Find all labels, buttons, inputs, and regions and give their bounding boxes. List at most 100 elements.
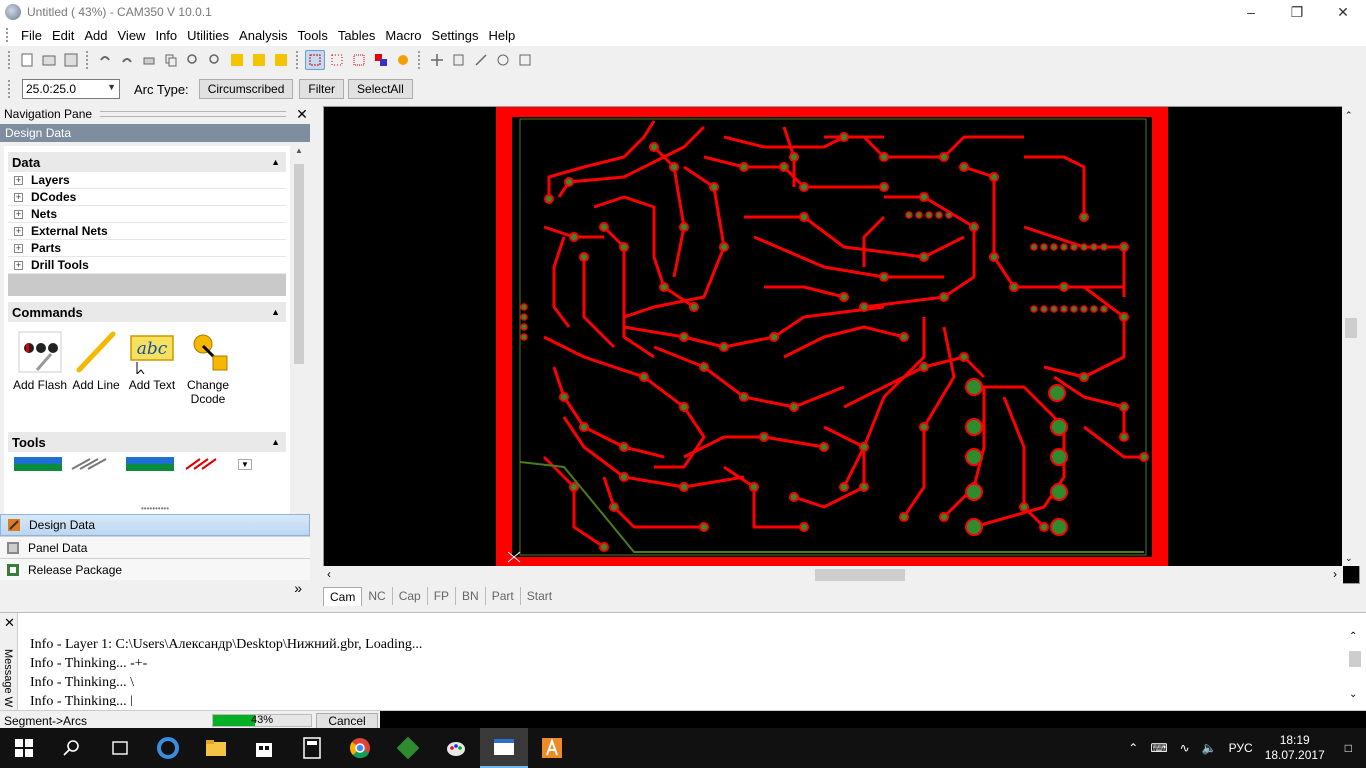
data-group-header[interactable]: Data ▲ — [8, 152, 286, 172]
tab-fp[interactable]: FP — [428, 587, 457, 605]
collapse-icon[interactable]: ▲ — [271, 437, 280, 447]
highlight-icon[interactable] — [393, 50, 413, 70]
paint-app-icon[interactable] — [432, 728, 480, 768]
expand-icon[interactable]: + — [14, 192, 23, 202]
restore-button[interactable]: ❐ — [1274, 0, 1320, 24]
tools-group-header[interactable]: Tools ▲ — [8, 432, 286, 452]
add-line-command[interactable]: Add Line — [68, 330, 124, 426]
print-icon[interactable] — [139, 50, 159, 70]
expand-icon[interactable]: + — [14, 175, 23, 185]
store-icon[interactable] — [240, 728, 288, 768]
save-file-icon[interactable] — [61, 50, 81, 70]
expand-icon[interactable]: + — [14, 260, 23, 270]
zoom-out-icon[interactable] — [205, 50, 225, 70]
pane-grip[interactable] — [100, 111, 286, 117]
tab-nc[interactable]: NC — [362, 587, 393, 605]
language-indicator[interactable]: РУС — [1229, 741, 1253, 755]
tree-item-external-nets[interactable]: + External Nets — [8, 223, 286, 240]
grid-snap-icon[interactable] — [327, 50, 347, 70]
scroll-thumb[interactable] — [815, 569, 905, 581]
scroll-thumb[interactable] — [1345, 318, 1357, 338]
arc-type-button[interactable]: Circumscribed — [198, 79, 294, 99]
commands-group-header[interactable]: Commands ▲ — [8, 302, 286, 322]
menu-help[interactable]: Help — [484, 28, 521, 43]
net-list-2-icon[interactable] — [126, 457, 174, 471]
tab-start[interactable]: Start — [521, 587, 558, 605]
menu-tools[interactable]: Tools — [292, 28, 332, 43]
copy-object-icon[interactable] — [449, 50, 469, 70]
design-data-button[interactable]: Design Data — [0, 514, 310, 536]
menu-utilities[interactable]: Utilities — [182, 28, 234, 43]
traces-icon[interactable] — [182, 457, 230, 471]
task-view-icon[interactable] — [96, 728, 144, 768]
notifications-icon[interactable]: □ — [1345, 741, 1352, 755]
layer-yellow-2-icon[interactable] — [249, 50, 269, 70]
menu-file[interactable]: File — [16, 28, 47, 43]
pcb-canvas[interactable] — [323, 101, 1360, 584]
tree-item-drill-tools[interactable]: + Drill Tools — [8, 257, 286, 274]
message-scrollbar[interactable]: ⌃ ⌄ — [1348, 631, 1362, 711]
menu-analysis[interactable]: Analysis — [234, 28, 292, 43]
scroll-thumb[interactable] — [1349, 651, 1361, 667]
layer-colors-icon[interactable] — [371, 50, 391, 70]
menu-info[interactable]: Info — [150, 28, 182, 43]
toolbar-grip[interactable] — [8, 51, 12, 69]
add-text-command[interactable]: abc Add Text — [124, 330, 180, 426]
canvas-horizontal-scrollbar[interactable]: ‹ › — [323, 566, 1343, 584]
tab-cap[interactable]: Cap — [393, 587, 428, 605]
edge-browser-icon[interactable] — [144, 728, 192, 768]
nav-scrollbar[interactable]: ▲ ▼ — [292, 146, 306, 544]
release-package-button[interactable]: Release Package — [0, 558, 310, 580]
search-icon[interactable] — [48, 728, 96, 768]
scroll-up-icon[interactable]: ⌃ — [1349, 631, 1357, 642]
input-method-icon[interactable]: ⌨ — [1150, 741, 1167, 755]
add-flash-command[interactable]: Add Flash — [12, 330, 68, 426]
menu-settings[interactable]: Settings — [427, 28, 484, 43]
new-file-icon[interactable] — [17, 50, 37, 70]
file-explorer-icon[interactable] — [192, 728, 240, 768]
volume-icon[interactable]: 🔈 — [1202, 741, 1217, 755]
layer-yellow-icon[interactable] — [227, 50, 247, 70]
pcb-app-icon[interactable] — [384, 728, 432, 768]
chrome-icon[interactable] — [336, 728, 384, 768]
grid-select[interactable]: 25.0:25.0 ▼ — [22, 79, 120, 99]
arcbar-grip[interactable] — [8, 80, 12, 98]
clock[interactable]: 18:19 18.07.2017 — [1265, 733, 1325, 763]
close-messages-icon[interactable]: ✕ — [4, 615, 15, 631]
tree-item-parts[interactable]: + Parts — [8, 240, 286, 257]
scroll-right-icon[interactable]: › — [1333, 567, 1337, 581]
measure-icon[interactable] — [471, 50, 491, 70]
tab-cam[interactable]: Cam — [323, 586, 363, 606]
undo-icon[interactable] — [95, 50, 115, 70]
scroll-up-icon[interactable]: ▲ — [292, 146, 306, 160]
close-window-button[interactable]: ✕ — [1320, 0, 1366, 24]
calculator-icon[interactable] — [288, 728, 336, 768]
start-icon[interactable] — [0, 728, 48, 768]
expand-icon[interactable]: + — [14, 226, 23, 236]
scroll-up-icon[interactable]: ⌃ — [1345, 110, 1353, 121]
tools-dropdown-icon[interactable]: ▼ — [238, 458, 252, 470]
menu-add[interactable]: Add — [79, 28, 112, 43]
splitter-grip[interactable]: •••••••••• — [0, 505, 310, 514]
close-pane-icon[interactable]: ✕ — [294, 106, 310, 123]
move-icon[interactable] — [427, 50, 447, 70]
scroll-thumb[interactable] — [294, 164, 304, 364]
font-app-icon[interactable] — [528, 728, 576, 768]
panel-data-button[interactable]: Panel Data — [0, 536, 310, 558]
canvas-vertical-scrollbar[interactable]: ⌃ ⌄ — [1342, 106, 1360, 566]
select-all-button[interactable]: SelectAll — [348, 79, 413, 99]
wifi-icon[interactable]: ∿ — [1180, 741, 1190, 755]
tree-item-dcodes[interactable]: + DCodes — [8, 189, 286, 206]
menu-macro[interactable]: Macro — [380, 28, 426, 43]
scroll-down-icon[interactable]: ⌄ — [1345, 553, 1353, 564]
layer-yellow-3-icon[interactable] — [271, 50, 291, 70]
collapse-icon[interactable]: ▲ — [271, 157, 280, 167]
filter-button[interactable]: Filter — [299, 79, 345, 99]
copy-icon[interactable] — [161, 50, 181, 70]
expand-icon[interactable]: + — [14, 243, 23, 253]
net-list-icon[interactable] — [14, 457, 62, 471]
tab-bn[interactable]: BN — [456, 587, 486, 605]
tree-item-layers[interactable]: + Layers — [8, 172, 286, 189]
cancel-button[interactable]: Cancel — [316, 713, 378, 729]
show-hidden-icon[interactable]: ⌃ — [1128, 741, 1138, 755]
